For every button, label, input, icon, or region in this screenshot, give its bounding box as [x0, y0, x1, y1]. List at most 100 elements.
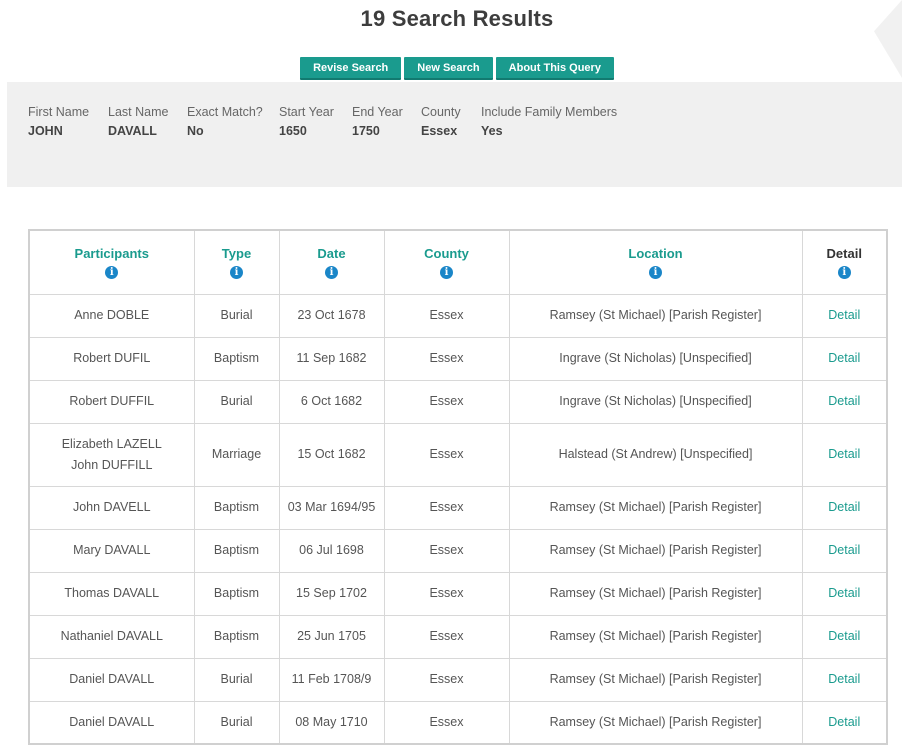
- table-row: John DAVELL Baptism 03 Mar 1694/95 Essex Ram…: [28, 485, 888, 530]
- participant-name: John DAVELL: [72, 500, 151, 514]
- query-value: 1750: [352, 124, 380, 138]
- info-icon[interactable]: i: [105, 266, 119, 280]
- detail-link[interactable]: Detail: [828, 672, 860, 686]
- cell-date: 06 Jul 1698: [278, 528, 385, 573]
- cell-type: Burial: [193, 700, 280, 745]
- table-row: Daniel DAVALL Burial 08 May 1710 Essex Ramse…: [28, 700, 888, 745]
- query-label: First Name: [28, 105, 90, 119]
- cell-detail: Detail: [801, 657, 888, 702]
- cell-location: Ramsey (St Michael) [Parish Register]: [508, 657, 803, 702]
- table-row: Elizabeth LAZELL John DUFFILL Marriage 15 O…: [28, 422, 888, 487]
- cell-detail: Detail: [801, 614, 888, 659]
- query-last-name: Last Name DAVALL: [108, 105, 168, 138]
- cell-detail: Detail: [801, 700, 888, 745]
- cell-participants: Robert DUFIL: [28, 336, 195, 381]
- cell-type: Baptism: [193, 528, 280, 573]
- query-label: Include Family Members: [481, 105, 618, 119]
- table-row: Anne DOBLE Burial 23 Oct 1678 Essex Ramsey (…: [28, 293, 888, 338]
- cell-date: 11 Sep 1682: [278, 336, 385, 381]
- cell-county: Essex: [383, 422, 510, 487]
- query-label: Last Name: [108, 105, 169, 119]
- detail-link[interactable]: Detail: [828, 586, 860, 600]
- cell-type: Burial: [193, 657, 280, 702]
- detail-link[interactable]: Detail: [828, 308, 860, 322]
- cell-date: 08 May 1710: [278, 700, 385, 745]
- participant-name: Nathaniel DAVALL: [60, 629, 163, 643]
- cell-type: Burial: [193, 379, 280, 424]
- cell-participants: Daniel DAVALL: [28, 657, 195, 702]
- cell-type: Baptism: [193, 485, 280, 530]
- cell-detail: Detail: [801, 336, 888, 381]
- participant-name: John DUFFILL: [71, 457, 153, 472]
- cell-participants: Nathaniel DAVALL: [28, 614, 195, 659]
- header-participants: Participants i: [28, 229, 195, 295]
- cell-location: Ingrave (St Nicholas) [Unspecified]: [508, 336, 803, 381]
- cell-county: Essex: [383, 657, 510, 702]
- cell-date: 25 Jun 1705: [278, 614, 385, 659]
- cell-location: Halstead (St Andrew) [Unspecified]: [508, 422, 803, 487]
- results-table: Participants i Type i Date i County i Lo…: [28, 229, 888, 745]
- query-value: 1650: [279, 124, 307, 138]
- info-icon[interactable]: i: [440, 266, 453, 280]
- cell-type: Baptism: [193, 336, 280, 381]
- cell-county: Essex: [383, 700, 510, 745]
- cell-type: Marriage: [193, 422, 280, 487]
- table-row: Mary DAVALL Baptism 06 Jul 1698 Essex Ramsey…: [28, 528, 888, 573]
- cell-participants: Anne DOBLE: [28, 293, 195, 338]
- header-label: Type: [221, 246, 252, 262]
- detail-link[interactable]: Detail: [828, 715, 860, 729]
- table-row: Robert DUFIL Baptism 11 Sep 1682 Essex Ingra…: [28, 336, 888, 381]
- query-exact-match: Exact Match? No: [187, 105, 263, 138]
- participant-name: Elizabeth LAZELL: [61, 436, 162, 451]
- cell-county: Essex: [383, 614, 510, 659]
- info-icon[interactable]: i: [230, 266, 243, 280]
- info-icon[interactable]: i: [325, 266, 338, 280]
- header-county: County i: [383, 229, 510, 295]
- table-row: Nathaniel DAVALL Baptism 25 Jun 1705 Essex R…: [28, 614, 888, 659]
- cell-county: Essex: [383, 379, 510, 424]
- query-end-year: End Year 1750: [352, 105, 403, 138]
- info-icon[interactable]: i: [837, 266, 851, 280]
- new-search-button[interactable]: New Search: [404, 57, 493, 80]
- query-value: No: [187, 124, 204, 138]
- cell-participants: Mary DAVALL: [28, 528, 195, 573]
- query-include-family: Include Family Members Yes: [481, 105, 617, 138]
- header-label: County: [424, 246, 469, 262]
- header-label: Date: [317, 246, 346, 262]
- cell-participants: Robert DUFFIL: [28, 379, 195, 424]
- action-buttons: Revise Search New Search About This Quer…: [0, 57, 902, 80]
- revise-search-button[interactable]: Revise Search: [300, 57, 402, 80]
- participant-name: Daniel DAVALL: [69, 714, 155, 729]
- cell-participants: Elizabeth LAZELL John DUFFILL: [28, 422, 195, 487]
- query-value: Essex: [421, 124, 458, 138]
- cell-participants: Thomas DAVALL: [28, 571, 195, 616]
- info-icon[interactable]: i: [649, 266, 662, 280]
- participant-name: Robert DUFIL: [73, 351, 151, 365]
- header-date: Date i: [278, 229, 385, 295]
- header-label: Detail: [826, 246, 862, 262]
- query-county: County Essex: [421, 105, 461, 138]
- cell-date: 15 Oct 1682: [278, 422, 385, 487]
- table-row: Thomas DAVALL Baptism 15 Sep 1702 Essex Rams…: [28, 571, 888, 616]
- cell-date: 03 Mar 1694/95: [278, 485, 385, 530]
- cell-location: Ramsey (St Michael) [Parish Register]: [508, 485, 803, 530]
- cell-location: Ramsey (St Michael) [Parish Register]: [508, 528, 803, 573]
- cell-detail: Detail: [801, 571, 888, 616]
- detail-link[interactable]: Detail: [828, 629, 860, 643]
- detail-link[interactable]: Detail: [828, 447, 860, 461]
- cell-type: Baptism: [193, 614, 280, 659]
- detail-link[interactable]: Detail: [828, 543, 860, 557]
- detail-link[interactable]: Detail: [828, 394, 860, 408]
- header-location: Location i: [508, 229, 803, 295]
- table-row: Daniel DAVALL Burial 11 Feb 1708/9 Essex Ram…: [28, 657, 888, 702]
- cell-detail: Detail: [801, 379, 888, 424]
- participant-name: Mary DAVALL: [73, 543, 151, 557]
- detail-link[interactable]: Detail: [828, 500, 860, 514]
- cell-location: Ramsey (St Michael) [Parish Register]: [508, 293, 803, 338]
- detail-link[interactable]: Detail: [828, 351, 860, 365]
- about-query-button[interactable]: About This Query: [495, 57, 614, 80]
- cell-county: Essex: [383, 485, 510, 530]
- cell-detail: Detail: [801, 422, 888, 487]
- cell-detail: Detail: [801, 528, 888, 573]
- header-label: Location: [628, 246, 683, 262]
